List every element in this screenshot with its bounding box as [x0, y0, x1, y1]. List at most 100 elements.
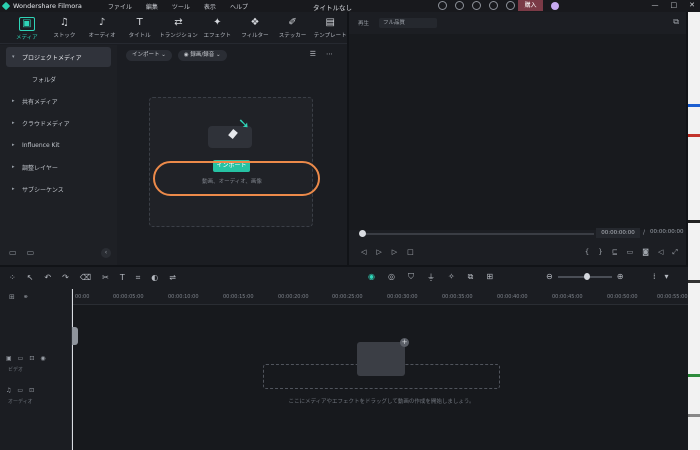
- more-icon[interactable]: ⋯: [326, 50, 333, 58]
- scrub-bar[interactable]: [359, 230, 594, 237]
- playhead-handle[interactable]: [72, 327, 78, 345]
- sidebar-item-label: クラウドメディア: [22, 120, 70, 128]
- sidebar-item-subsequence[interactable]: ▸ サブシーケンス: [6, 179, 111, 199]
- link-icon[interactable]: ⚭: [23, 293, 29, 301]
- menu-edit[interactable]: 編集: [146, 2, 158, 11]
- dropdown-icon[interactable]: ▾: [665, 272, 669, 281]
- lock-icon[interactable]: ⊡: [29, 387, 34, 394]
- sidebar-footer: ▭ ▭: [9, 248, 34, 257]
- notification-icon[interactable]: [489, 1, 498, 10]
- zoom-out-icon[interactable]: ⊖: [546, 272, 553, 281]
- marker-icon[interactable]: ◎: [388, 272, 395, 283]
- maximize-button[interactable]: □: [671, 0, 678, 11]
- track-headers: ⊞ ⚭ ▣ ▭ ⊡ ◉ ビデオ ♫ ▭ ⊡ オーディオ: [0, 289, 72, 450]
- tab-stock[interactable]: ♫ ストック: [48, 12, 82, 43]
- render-icon[interactable]: ⊑: [612, 248, 618, 257]
- sidebar-item-cloud-media[interactable]: ▸ クラウドメディア: [6, 113, 111, 133]
- music-note-icon: ♪: [98, 17, 106, 28]
- fullscreen-icon[interactable]: ⤢: [672, 248, 678, 257]
- grid-icon[interactable]: ⁘: [9, 273, 16, 283]
- select-icon[interactable]: ↖: [27, 273, 34, 283]
- delete-icon[interactable]: ⌫: [80, 273, 91, 283]
- ruler-tick: 00:00:55:00: [657, 294, 688, 300]
- tab-stickers[interactable]: ✐ ステッカー: [276, 12, 310, 43]
- tab-titles[interactable]: T タイトル: [123, 12, 157, 43]
- player-label: 再生: [358, 21, 370, 27]
- sidebar-item-project-media[interactable]: ▾ プロジェクトメディア: [6, 47, 111, 67]
- playhead[interactable]: [72, 289, 73, 450]
- new-folder-icon[interactable]: ▭: [9, 248, 17, 257]
- support-icon[interactable]: [472, 1, 481, 10]
- tab-transitions[interactable]: ⇄ トランジション: [159, 12, 198, 43]
- split-icon[interactable]: ⊞: [486, 272, 493, 283]
- tab-effects[interactable]: ✦ エフェクト: [201, 12, 235, 43]
- adjust-icon[interactable]: ⇌: [169, 273, 176, 283]
- undo-icon[interactable]: ↶: [44, 273, 51, 283]
- effects-icon[interactable]: ✧: [448, 272, 455, 283]
- sticker-icon: ✐: [288, 17, 297, 28]
- tab-filters[interactable]: ❖ フィルター: [238, 12, 272, 43]
- menu-help[interactable]: ヘルプ: [230, 2, 248, 11]
- menu-view[interactable]: 表示: [204, 2, 216, 11]
- play-icon[interactable]: ▷: [392, 248, 397, 256]
- quality-dropdown[interactable]: フル品質: [379, 18, 438, 28]
- desktop-fragment: [688, 104, 700, 107]
- filter-sort-icon[interactable]: ☰: [310, 50, 316, 58]
- tab-media[interactable]: ▣ メディア: [10, 12, 44, 43]
- avatar[interactable]: [551, 2, 559, 10]
- timecode-separator: /: [643, 229, 646, 236]
- auto-ripple-icon[interactable]: ◉: [368, 272, 375, 283]
- ai-icon[interactable]: ⧉: [468, 272, 474, 283]
- layout-icon[interactable]: [506, 1, 515, 10]
- menu-file[interactable]: ファイル: [108, 2, 132, 11]
- minimize-button[interactable]: —: [652, 0, 659, 11]
- color-icon[interactable]: ◐: [151, 273, 158, 283]
- lock-icon[interactable]: ⊡: [29, 355, 34, 362]
- folder-icon[interactable]: ▭: [18, 355, 24, 362]
- buy-button[interactable]: 購入: [518, 0, 543, 11]
- mark-in-icon[interactable]: {: [585, 248, 589, 257]
- tab-audio[interactable]: ♪ オーディオ: [85, 12, 119, 43]
- text-icon: T: [136, 17, 143, 28]
- folder-icon[interactable]: ▭: [17, 387, 23, 394]
- text-tool-icon[interactable]: T: [120, 273, 125, 283]
- video-viewer[interactable]: [349, 34, 686, 230]
- gift-icon[interactable]: [438, 1, 447, 10]
- menu-tools[interactable]: ツール: [172, 2, 190, 11]
- add-track-icon[interactable]: ⊞: [9, 293, 15, 301]
- zoom-handle[interactable]: [583, 272, 590, 280]
- snapshot-icon[interactable]: ⧉: [673, 17, 679, 27]
- step-back-icon[interactable]: ▷: [376, 248, 381, 256]
- import-dropdown[interactable]: インポート ⌄: [126, 49, 172, 61]
- stop-icon[interactable]: □: [407, 248, 414, 256]
- previous-frame-icon[interactable]: ◁: [361, 248, 366, 256]
- zoom-in-icon[interactable]: ⊕: [617, 272, 624, 281]
- sidebar-item-shared-media[interactable]: ▸ 共有メディア: [6, 91, 111, 111]
- eye-icon[interactable]: ◉: [40, 355, 45, 362]
- delete-folder-icon[interactable]: ▭: [27, 248, 35, 257]
- timeline-ruler[interactable]: 00:00 00:00:05:00 00:00:10:00 00:00:15:0…: [72, 289, 688, 305]
- chevron-right-icon: ▸: [12, 142, 15, 148]
- cut-icon[interactable]: ✂: [102, 273, 109, 283]
- layout-grid-icon[interactable]: ⁞: [653, 272, 656, 281]
- upload-icon[interactable]: [455, 1, 464, 10]
- sidebar-item-folder[interactable]: フォルダ: [6, 69, 111, 89]
- shield-icon[interactable]: ⛉: [408, 272, 414, 283]
- camera-icon[interactable]: ◙: [642, 248, 649, 257]
- ruler-tick: 00:00:25:00: [332, 294, 363, 300]
- volume-icon[interactable]: ◁: [658, 248, 663, 257]
- microphone-icon[interactable]: ⏚: [427, 272, 435, 283]
- collapse-sidebar-button[interactable]: ‹: [101, 248, 111, 258]
- sidebar-item-adjustment-layer[interactable]: ▸ 調整レイヤー: [6, 157, 111, 177]
- tab-templates[interactable]: ▤ テンプレート: [313, 12, 347, 43]
- filmora-logo-icon: [1, 1, 11, 11]
- display-icon[interactable]: ▭: [627, 248, 634, 257]
- redo-icon[interactable]: ↷: [62, 273, 69, 283]
- crop-icon[interactable]: ⌗: [136, 273, 141, 283]
- close-button[interactable]: ✕: [689, 0, 695, 11]
- zoom-slider[interactable]: [557, 272, 612, 280]
- record-dropdown[interactable]: ◉ 録画/録音 ⌄: [177, 49, 227, 61]
- scrub-handle[interactable]: [359, 230, 366, 237]
- sidebar-item-influence-kit[interactable]: ▸ Influence Kit: [6, 135, 111, 155]
- mark-out-icon[interactable]: }: [598, 248, 602, 257]
